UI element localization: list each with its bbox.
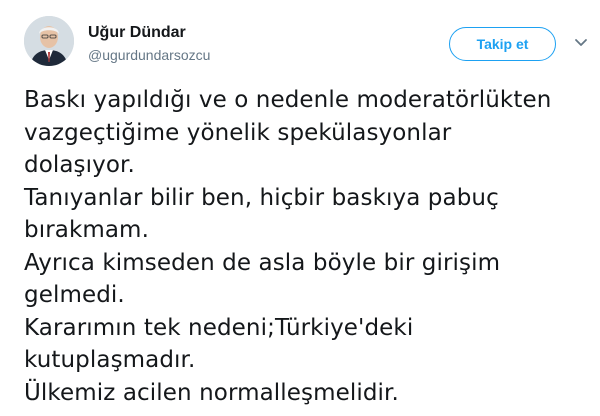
follow-button[interactable]: Takip et <box>449 27 556 61</box>
tweet-text-line: Kararımın tek nedeni;Türkiye'deki <box>24 314 414 341</box>
username[interactable]: @ugurdundarsozcu <box>88 47 210 63</box>
tweet-text: Baskı yapıldığı ve o nedenle moderatörlü… <box>24 84 584 409</box>
avatar-photo <box>24 16 74 66</box>
tweet-text-line: Baskı yapıldığı ve o nedenle moderatörlü… <box>24 87 552 113</box>
tweet-text-line: bırakmam. <box>24 217 149 243</box>
chevron-down-icon[interactable] <box>574 38 588 48</box>
tweet-text-line: dolaşıyor. <box>24 152 135 178</box>
tweet-text-line: kutuplaşmadır. <box>24 347 196 373</box>
tweet-text-line: gelmedi. <box>24 282 125 308</box>
tweet-text-line: Tanıyanlar bilir ben, hiçbir baskıya pab… <box>24 184 499 211</box>
avatar[interactable] <box>24 16 74 66</box>
tweet-card: Uğur Dündar @ugurdundarsozcu Takip et Ba… <box>0 0 600 416</box>
tweet-text-line: Ülkemiz acilen normalleşmelidir. <box>24 379 399 406</box>
tweet-text-line: vazgeçtiğime yönelik spekülasyonlar <box>24 119 452 146</box>
display-name[interactable]: Uğur Dündar <box>88 24 186 42</box>
tweet-text-line: Ayrıca kimseden de asla böyle bir girişi… <box>24 249 501 276</box>
